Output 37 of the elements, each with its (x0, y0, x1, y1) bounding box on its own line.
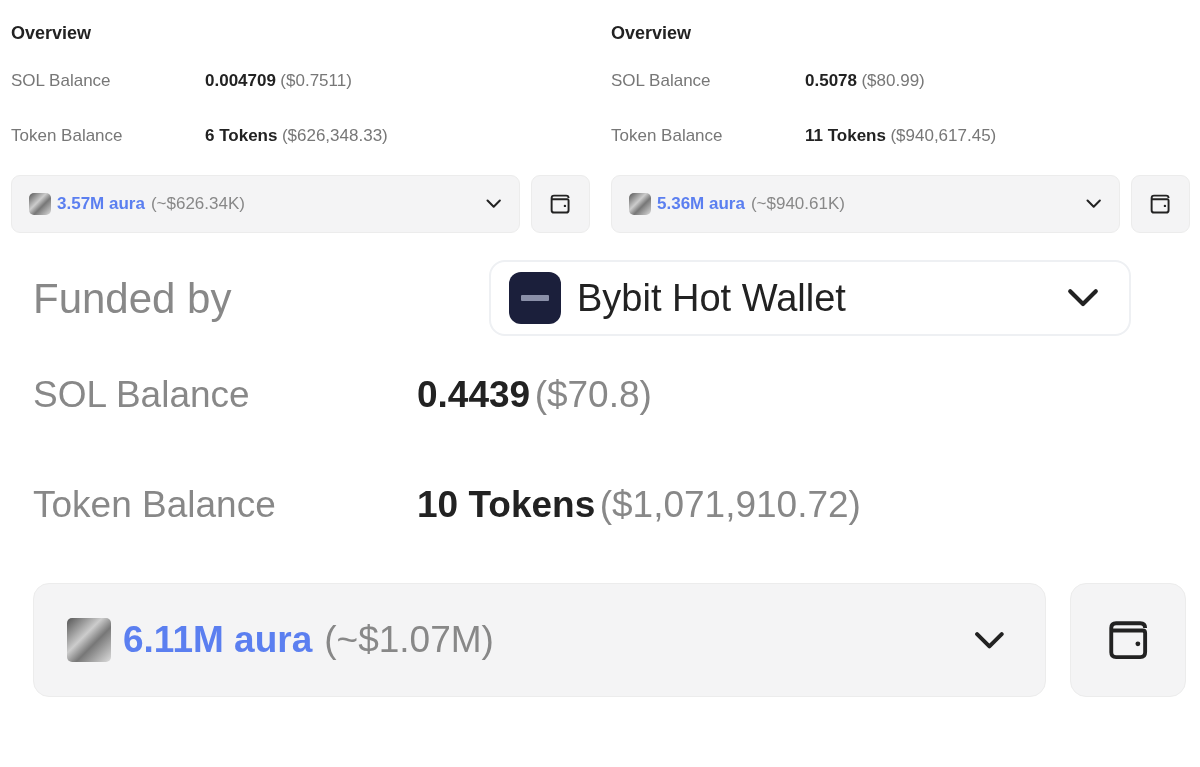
section-title: Overview (611, 22, 693, 45)
balance-value: 0.5078 ($80.99) (805, 70, 925, 93)
token-logo-icon (29, 193, 51, 215)
chevron-down-icon (974, 630, 1005, 650)
section-title: Overview (11, 22, 93, 45)
token-logo-icon (67, 618, 111, 662)
wallet-button[interactable] (531, 175, 590, 233)
wallet-button[interactable] (1070, 583, 1186, 697)
balance-label: Token Balance (611, 125, 724, 148)
balance-value: 0.004709 ($0.7511) (205, 70, 352, 93)
balance-value: 11 Tokens ($940,617.45) (805, 125, 997, 148)
balance-label: Token Balance (33, 483, 277, 528)
balance-value: 6 Tokens ($626,348.33) (205, 125, 388, 148)
token-amount: 5.36M aura (657, 193, 745, 216)
token-logo-icon (629, 193, 651, 215)
chevron-down-icon (1085, 199, 1101, 209)
chevron-down-icon (1067, 288, 1099, 308)
token-dropdown[interactable]: 6.11M aura (~$1.07M) (33, 583, 1046, 697)
token-amount: 3.57M aura (57, 193, 145, 216)
balance-value: 0.4439($70.8) (417, 373, 652, 418)
token-dropdown[interactable]: 3.57M aura (~$626.34K) (11, 175, 520, 233)
balance-label: SOL Balance (33, 373, 251, 418)
token-usd-value: (~$1.07M) (324, 618, 494, 663)
balance-label: SOL Balance (611, 70, 712, 93)
balance-label: SOL Balance (11, 70, 112, 93)
token-usd-value: (~$940.61K) (750, 193, 845, 216)
token-usd-value: (~$626.34K) (150, 193, 245, 216)
token-amount: 6.11M aura (123, 618, 313, 663)
token-dropdown[interactable]: 5.36M aura (~$940.61K) (611, 175, 1120, 233)
balance-label: Token Balance (11, 125, 124, 148)
funder-dropdown[interactable]: Bybit Hot Wallet (489, 260, 1131, 336)
chevron-down-icon (485, 199, 501, 209)
exchange-logo-icon (509, 272, 561, 324)
balance-value: 10 Tokens($1,071,910.72) (417, 483, 861, 528)
funded-by-label: Funded by (33, 273, 233, 324)
funder-name: Bybit Hot Wallet (577, 275, 846, 321)
wallet-button[interactable] (1131, 175, 1190, 233)
